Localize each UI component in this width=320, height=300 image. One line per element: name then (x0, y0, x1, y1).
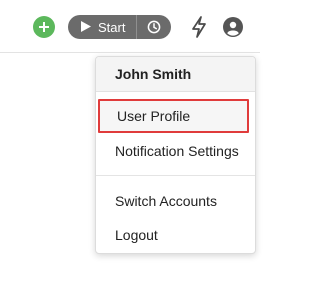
plus-icon (38, 21, 50, 33)
user-dropdown-menu: John Smith User Profile Notification Set… (95, 56, 256, 254)
menu-item-logout[interactable]: Logout (96, 221, 255, 249)
top-toolbar: Start (0, 0, 260, 53)
menu-item-notification-settings[interactable]: Notification Settings (96, 137, 255, 165)
clock-icon (147, 20, 161, 34)
start-timer-button[interactable]: Start (68, 15, 136, 39)
user-name: John Smith (96, 57, 255, 92)
user-circle-icon (223, 17, 243, 37)
menu-item-label: Logout (115, 227, 158, 243)
menu-item-label: Switch Accounts (115, 193, 217, 209)
menu-item-switch-accounts[interactable]: Switch Accounts (96, 187, 255, 215)
menu-divider (96, 175, 255, 176)
app-page: Start John Smith User Profile Notificati… (0, 0, 260, 300)
play-icon (81, 20, 91, 35)
user-menu-button[interactable] (222, 16, 244, 38)
timer-control: Start (68, 15, 171, 39)
menu-item-label: Notification Settings (115, 143, 239, 159)
menu-item-user-profile[interactable]: User Profile (98, 99, 249, 133)
menu-item-label: User Profile (117, 108, 191, 124)
start-label: Start (98, 19, 126, 35)
add-button[interactable] (33, 16, 55, 38)
timer-history-button[interactable] (136, 15, 171, 39)
quick-actions-button[interactable] (189, 15, 209, 39)
bolt-icon (191, 16, 207, 38)
